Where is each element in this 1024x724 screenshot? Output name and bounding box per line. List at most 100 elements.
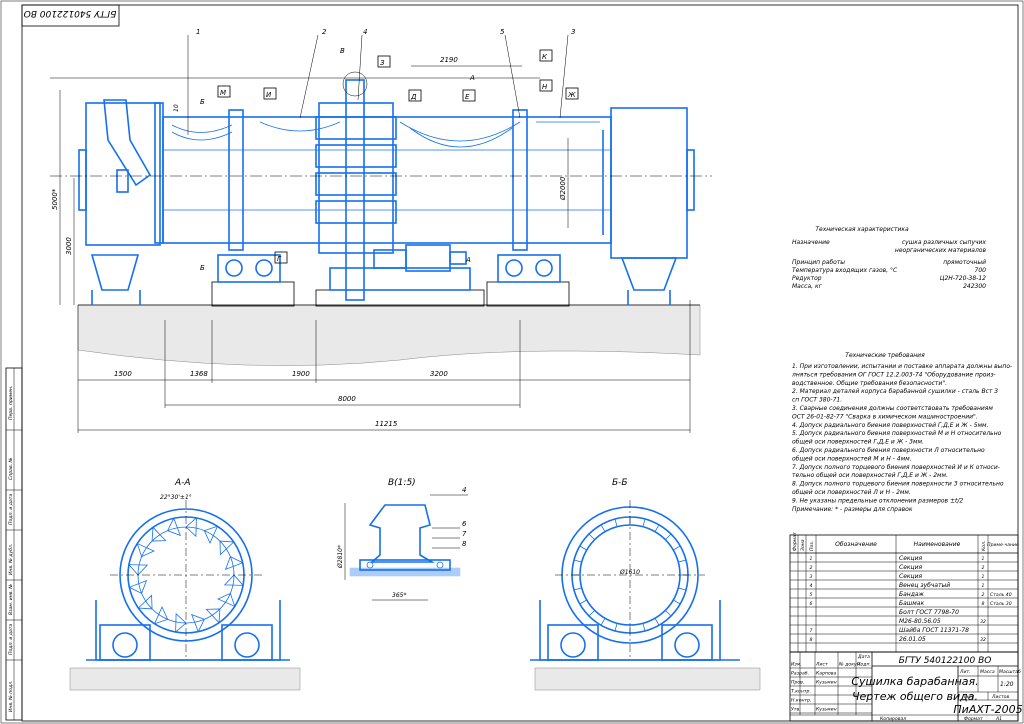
spec-header: Поз. bbox=[809, 541, 815, 551]
callout-number: 1 bbox=[196, 28, 200, 36]
spec-pos: 8 bbox=[810, 637, 813, 643]
side-strip: Перв. примен. Справ. № Подп. и дата Инв.… bbox=[5, 367, 23, 721]
title-date: Подп. bbox=[857, 662, 871, 668]
detail-callout: 7 bbox=[462, 530, 467, 538]
dimension-label: 3200 bbox=[430, 370, 448, 378]
tech-char-value-cont: неорганических материалов bbox=[895, 247, 987, 254]
tech-req-line: 3. Сварные соединения должны соответство… bbox=[792, 405, 993, 412]
section-aa-label: А-А bbox=[174, 478, 191, 488]
tyre-rib bbox=[654, 524, 660, 532]
tech-req-line: 2. Материал деталей корпуса барабанной с… bbox=[792, 388, 998, 395]
tyre-rib bbox=[588, 610, 595, 617]
spec-pos: 5 bbox=[810, 592, 813, 598]
tech-req-line: 5. Допуск радиального биения поверхносте… bbox=[792, 430, 1002, 437]
title-role: Н.контр. bbox=[791, 698, 812, 704]
tyre-rib bbox=[600, 618, 606, 626]
tech-req-line: ОСТ 26-01-82-77 "Сварка в химическом маш… bbox=[792, 413, 978, 420]
detail-label: В(1:5) bbox=[388, 478, 416, 488]
tech-char-name: Принцип работы bbox=[792, 259, 845, 266]
title-role: Т.контр. bbox=[791, 689, 811, 695]
tyre-rib bbox=[573, 559, 582, 563]
lifting-blade bbox=[190, 613, 205, 633]
tech-req-line: 4. Допуск радиального биения поверхносте… bbox=[792, 422, 989, 429]
spec-pos: 7 bbox=[810, 628, 813, 634]
tyre-rib bbox=[673, 599, 681, 605]
tech-char-name: Редуктор bbox=[792, 275, 822, 282]
view-mark: Ж bbox=[567, 91, 576, 99]
title-block: Изм. Лист № докум.Подп.Разраб. КарповаПров.… bbox=[789, 651, 1023, 722]
spec-qty: 2 bbox=[982, 592, 985, 598]
detail-callout: 4 bbox=[462, 486, 466, 494]
view-mark: К bbox=[542, 53, 548, 61]
discharge-head bbox=[602, 107, 695, 305]
tyre-rib bbox=[573, 587, 582, 591]
title-role: Пров. bbox=[791, 680, 804, 686]
title-date-label: Дата bbox=[857, 654, 870, 660]
tech-char-name: Назначение bbox=[792, 239, 830, 246]
tech-requirements: Технические требования 1. При изготовлен… bbox=[791, 352, 1012, 513]
spec-name: Секция bbox=[899, 564, 922, 571]
view-mark: М bbox=[220, 89, 226, 97]
tyre-rib bbox=[678, 559, 687, 563]
side-strip-label: Справ. № bbox=[8, 457, 14, 480]
ground-hatch bbox=[77, 304, 701, 366]
title-role: Изм. bbox=[791, 662, 802, 668]
angle-label: 22°30'±1° bbox=[160, 494, 192, 501]
tech-char-name: Температура входящих газов, °С bbox=[792, 267, 898, 274]
spec-header: Формат bbox=[792, 532, 798, 551]
view-mark: Б bbox=[200, 264, 205, 272]
foundation-drive bbox=[315, 289, 485, 307]
spec-qty: 32 bbox=[980, 637, 986, 643]
side-strip-label: Инв. № дубл. bbox=[8, 544, 14, 575]
detail-callout: 6 bbox=[462, 520, 467, 528]
spec-header: Зона bbox=[800, 539, 806, 551]
spec-header: Наименование bbox=[914, 541, 961, 548]
drum-shell bbox=[162, 116, 612, 244]
lifting-blade bbox=[153, 606, 169, 625]
title-org: ПиАХТ-2005 bbox=[953, 703, 1022, 716]
spec-pos: 3 bbox=[810, 574, 813, 580]
spec-note: Сталь 40 bbox=[990, 592, 1012, 598]
view-mark: Н bbox=[542, 83, 548, 91]
spec-name: Болт ГОСТ 7798-70 bbox=[899, 609, 959, 616]
tyre-left bbox=[228, 109, 244, 251]
dimension-label: 2190 bbox=[440, 56, 458, 64]
title-format-label: Формат bbox=[964, 716, 983, 722]
detail-callout: 8 bbox=[462, 540, 467, 548]
title-role: Утв. bbox=[791, 707, 801, 713]
callout-number: 5 bbox=[500, 28, 505, 36]
tech-req-line: лняться требования ОГ ГОСТ 12.2.003-74 "… bbox=[791, 371, 996, 378]
tech-req-line: 6. Допуск радиального биения поверхности… bbox=[792, 447, 985, 454]
spec-table: Формат Зона Поз. Обозначение Наименовани… bbox=[789, 532, 1019, 653]
lifting-blade bbox=[136, 542, 155, 558]
tech-req-line: 7. Допуск полного торцевого биения повер… bbox=[792, 464, 1000, 471]
dimension-label: 5000* bbox=[51, 188, 59, 210]
tech-req-title: Технические требования bbox=[845, 352, 925, 359]
spec-header: Обозначение bbox=[835, 541, 877, 548]
view-mark: Е bbox=[465, 93, 470, 101]
lifting-blade bbox=[224, 556, 244, 571]
tyre-right bbox=[512, 109, 528, 251]
spec-name: 26.01.05 bbox=[899, 636, 926, 643]
spec-pos: 1 bbox=[810, 556, 813, 562]
spec-qty: 1 bbox=[982, 583, 985, 589]
title-mass-label: Масса bbox=[980, 669, 995, 675]
top-stamp-text: БГТУ 540122100 ВО bbox=[24, 8, 117, 18]
callout-number: 3 bbox=[571, 28, 575, 36]
tyre-rib bbox=[588, 533, 595, 540]
callout-number: 4 bbox=[363, 28, 367, 36]
tyre-rib bbox=[665, 610, 672, 617]
view-mark: З bbox=[380, 59, 385, 67]
tech-req-line: общей оси поверхностей М и Н - 4мм. bbox=[792, 455, 912, 462]
tech-char-value: Ц2Н-720-38-12 bbox=[940, 275, 986, 282]
dimension-label: 1900 bbox=[292, 370, 310, 378]
title-sheet-label: Лист bbox=[961, 694, 974, 700]
tech-req-line: сп ГОСТ 380-71. bbox=[792, 397, 842, 404]
spec-name: М26-80.56.05 bbox=[899, 618, 941, 625]
tech-char-title: Техническая характеристика bbox=[815, 226, 909, 233]
spec-qty: 2 bbox=[982, 565, 985, 571]
tech-char-value: 242300 bbox=[963, 283, 986, 290]
tech-req-line: 9. Не указаны предельные отклонения разм… bbox=[792, 497, 963, 504]
tyre-rib bbox=[654, 618, 660, 626]
lifting-blade bbox=[167, 517, 182, 537]
